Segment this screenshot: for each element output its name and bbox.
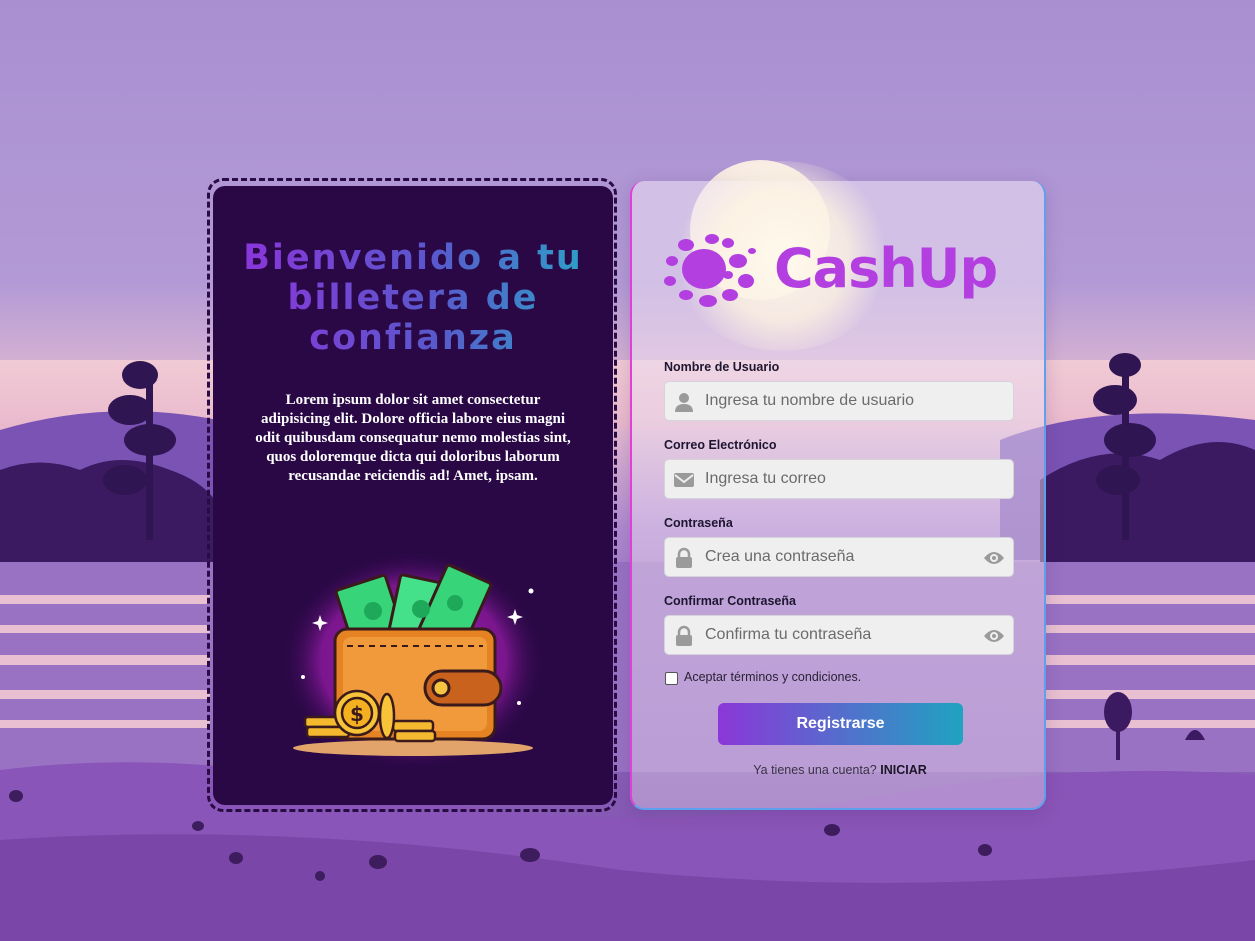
- username-label: Nombre de Usuario: [664, 360, 780, 374]
- envelope-icon: [674, 473, 694, 487]
- password-label: Contraseña: [664, 516, 733, 530]
- email-input[interactable]: [705, 460, 975, 498]
- welcome-panel: Bienvenido a tu billetera de confianza L…: [213, 186, 613, 805]
- brand-name: CashUp: [774, 237, 998, 300]
- email-field[interactable]: [664, 459, 1014, 499]
- login-prompt: Ya tienes una cuenta? INICIAR: [632, 763, 1048, 777]
- username-field[interactable]: [664, 381, 1014, 421]
- username-input[interactable]: [705, 382, 975, 420]
- password-field[interactable]: [664, 537, 1014, 577]
- cashup-logo: CashUp: [664, 231, 1024, 311]
- user-icon: [675, 393, 693, 412]
- welcome-description: Lorem ipsum dolor sit amet consectetur a…: [255, 392, 571, 484]
- lock-icon: [676, 547, 692, 568]
- eye-icon[interactable]: [983, 547, 1005, 569]
- brain-logo-icon: [664, 234, 756, 307]
- confirm-password-field[interactable]: [664, 615, 1014, 655]
- lock-icon: [676, 625, 692, 646]
- welcome-title: Bienvenido a tu billetera de confianza: [243, 238, 583, 358]
- eye-icon[interactable]: [983, 625, 1005, 647]
- terms-checkbox[interactable]: [665, 672, 678, 685]
- email-label: Correo Electrónico: [664, 438, 777, 452]
- register-button[interactable]: Registrarse: [718, 703, 963, 745]
- login-link[interactable]: INICIAR: [880, 763, 927, 777]
- password-input[interactable]: [705, 538, 975, 576]
- wallet-illustration: $: [283, 551, 543, 771]
- has-account-text: Ya tienes una cuenta?: [753, 763, 877, 777]
- confirm-password-input[interactable]: [705, 616, 975, 654]
- confirm-password-label: Confirmar Contraseña: [664, 594, 796, 608]
- register-card: CashUp Nombre de Usuario Correo Electrón…: [630, 161, 1048, 810]
- background-landscape: [0, 0, 1255, 941]
- svg-text:$: $: [350, 702, 364, 726]
- terms-label: Aceptar términos y condiciones.: [684, 670, 862, 684]
